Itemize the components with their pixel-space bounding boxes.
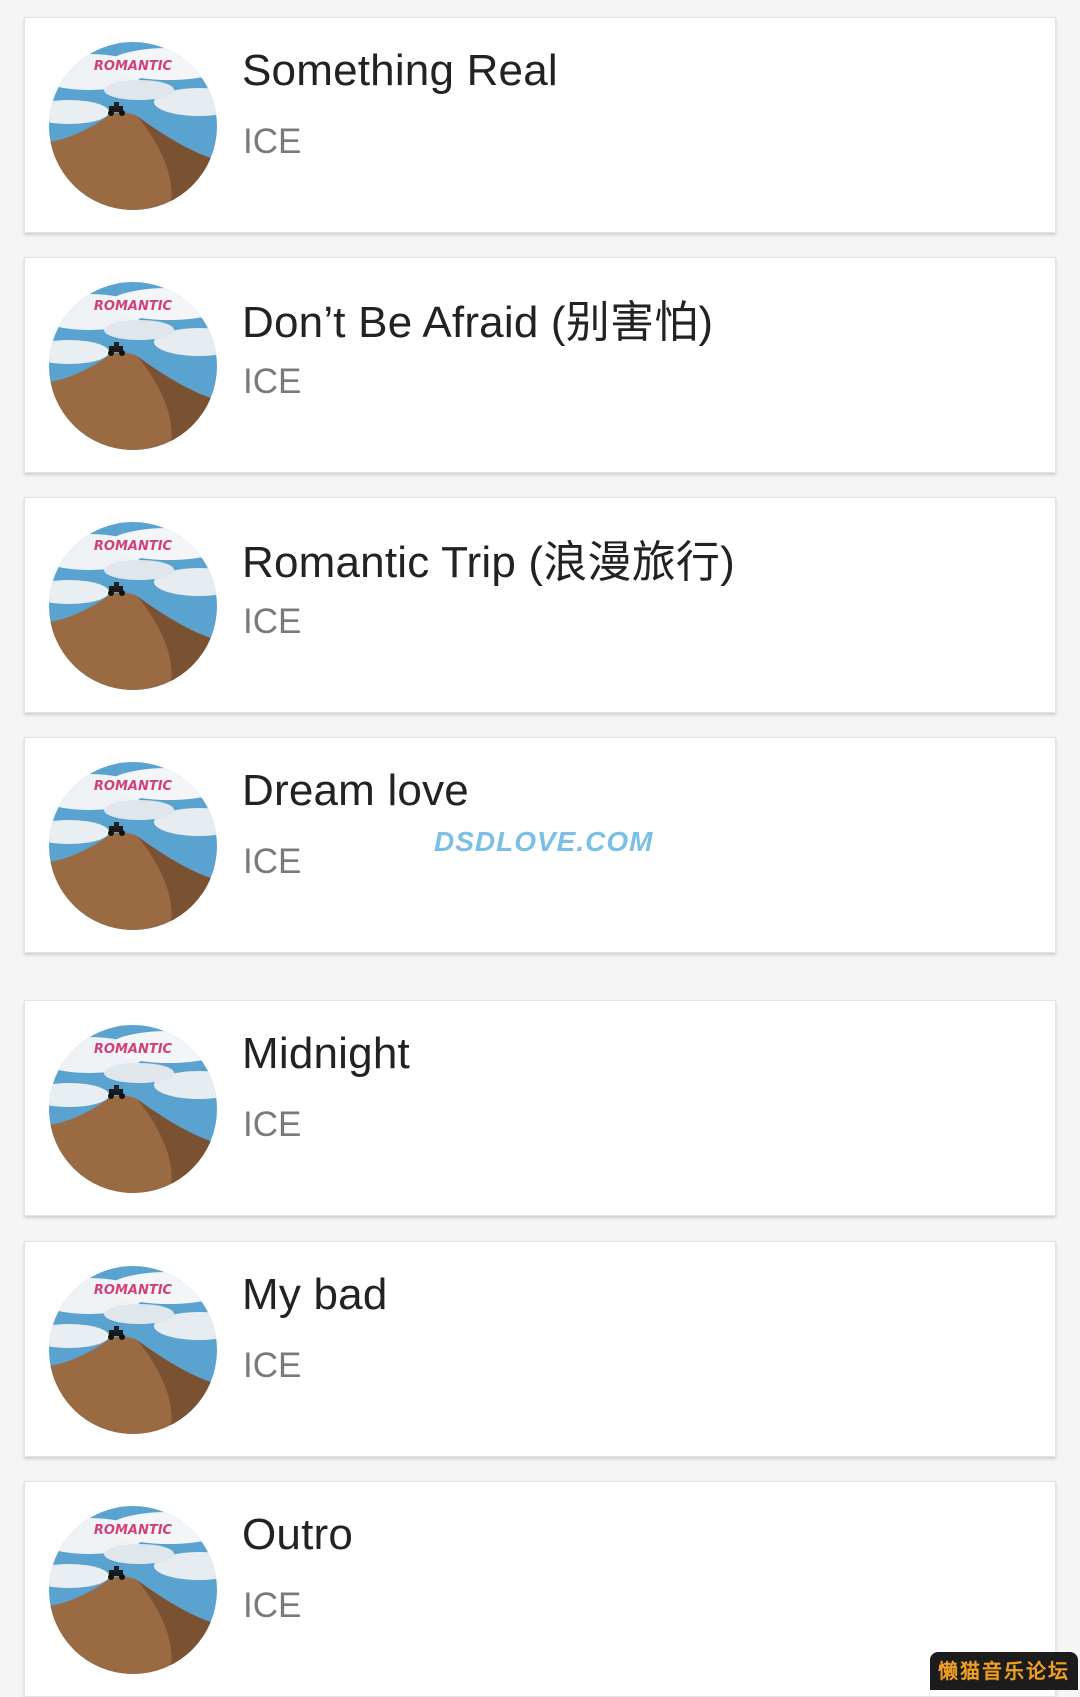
track-title: Midnight xyxy=(242,1029,410,1078)
track-artist: ICE xyxy=(243,122,302,161)
track-artist: ICE xyxy=(243,1346,302,1385)
track-item-1[interactable]: ROMANTIC Something Real ICE xyxy=(24,17,1056,233)
track-item-5[interactable]: ROMANTIC Midnight ICE xyxy=(24,1000,1056,1216)
album-cover-image: ROMANTIC xyxy=(49,762,217,930)
album-cover-image: ROMANTIC xyxy=(49,522,217,690)
track-item-7[interactable]: ROMANTIC Outro ICE xyxy=(24,1481,1056,1697)
svg-text:ROMANTIC: ROMANTIC xyxy=(94,1042,173,1057)
track-artist: ICE xyxy=(243,842,302,881)
track-title: Outro xyxy=(242,1510,354,1559)
album-cover-image: ROMANTIC xyxy=(49,282,217,450)
svg-text:ROMANTIC: ROMANTIC xyxy=(94,59,173,74)
album-cover-image: ROMANTIC xyxy=(49,1506,217,1674)
track-title: Dream love xyxy=(242,766,469,815)
track-title: Don’t Be Afraid (别害怕) xyxy=(242,298,714,347)
svg-text:ROMANTIC: ROMANTIC xyxy=(94,1523,173,1538)
album-cover-image: ROMANTIC xyxy=(49,1266,217,1434)
track-artist: ICE xyxy=(243,362,302,401)
track-title: Something Real xyxy=(242,46,558,95)
track-artist: ICE xyxy=(243,1586,302,1625)
svg-text:ROMANTIC: ROMANTIC xyxy=(94,299,173,314)
album-cover-image: ROMANTIC xyxy=(49,42,217,210)
track-item-2[interactable]: ROMANTIC Don’t Be Afraid (别害怕) ICE xyxy=(24,257,1056,473)
track-artist: ICE xyxy=(243,602,302,641)
track-title: Romantic Trip (浪漫旅行) xyxy=(242,538,735,587)
svg-text:ROMANTIC: ROMANTIC xyxy=(94,1283,173,1298)
svg-text:ROMANTIC: ROMANTIC xyxy=(94,539,173,554)
track-artist: ICE xyxy=(243,1105,302,1144)
forum-badge: 懒猫音乐论坛 xyxy=(930,1652,1078,1690)
track-item-3[interactable]: ROMANTIC Romantic Trip (浪漫旅行) ICE xyxy=(24,497,1056,713)
track-title: My bad xyxy=(242,1270,388,1319)
track-item-6[interactable]: ROMANTIC My bad ICE xyxy=(24,1241,1056,1457)
album-cover-image: ROMANTIC xyxy=(49,1025,217,1193)
watermark-text: DSDLOVE.COM xyxy=(434,826,654,857)
svg-text:ROMANTIC: ROMANTIC xyxy=(94,779,173,794)
